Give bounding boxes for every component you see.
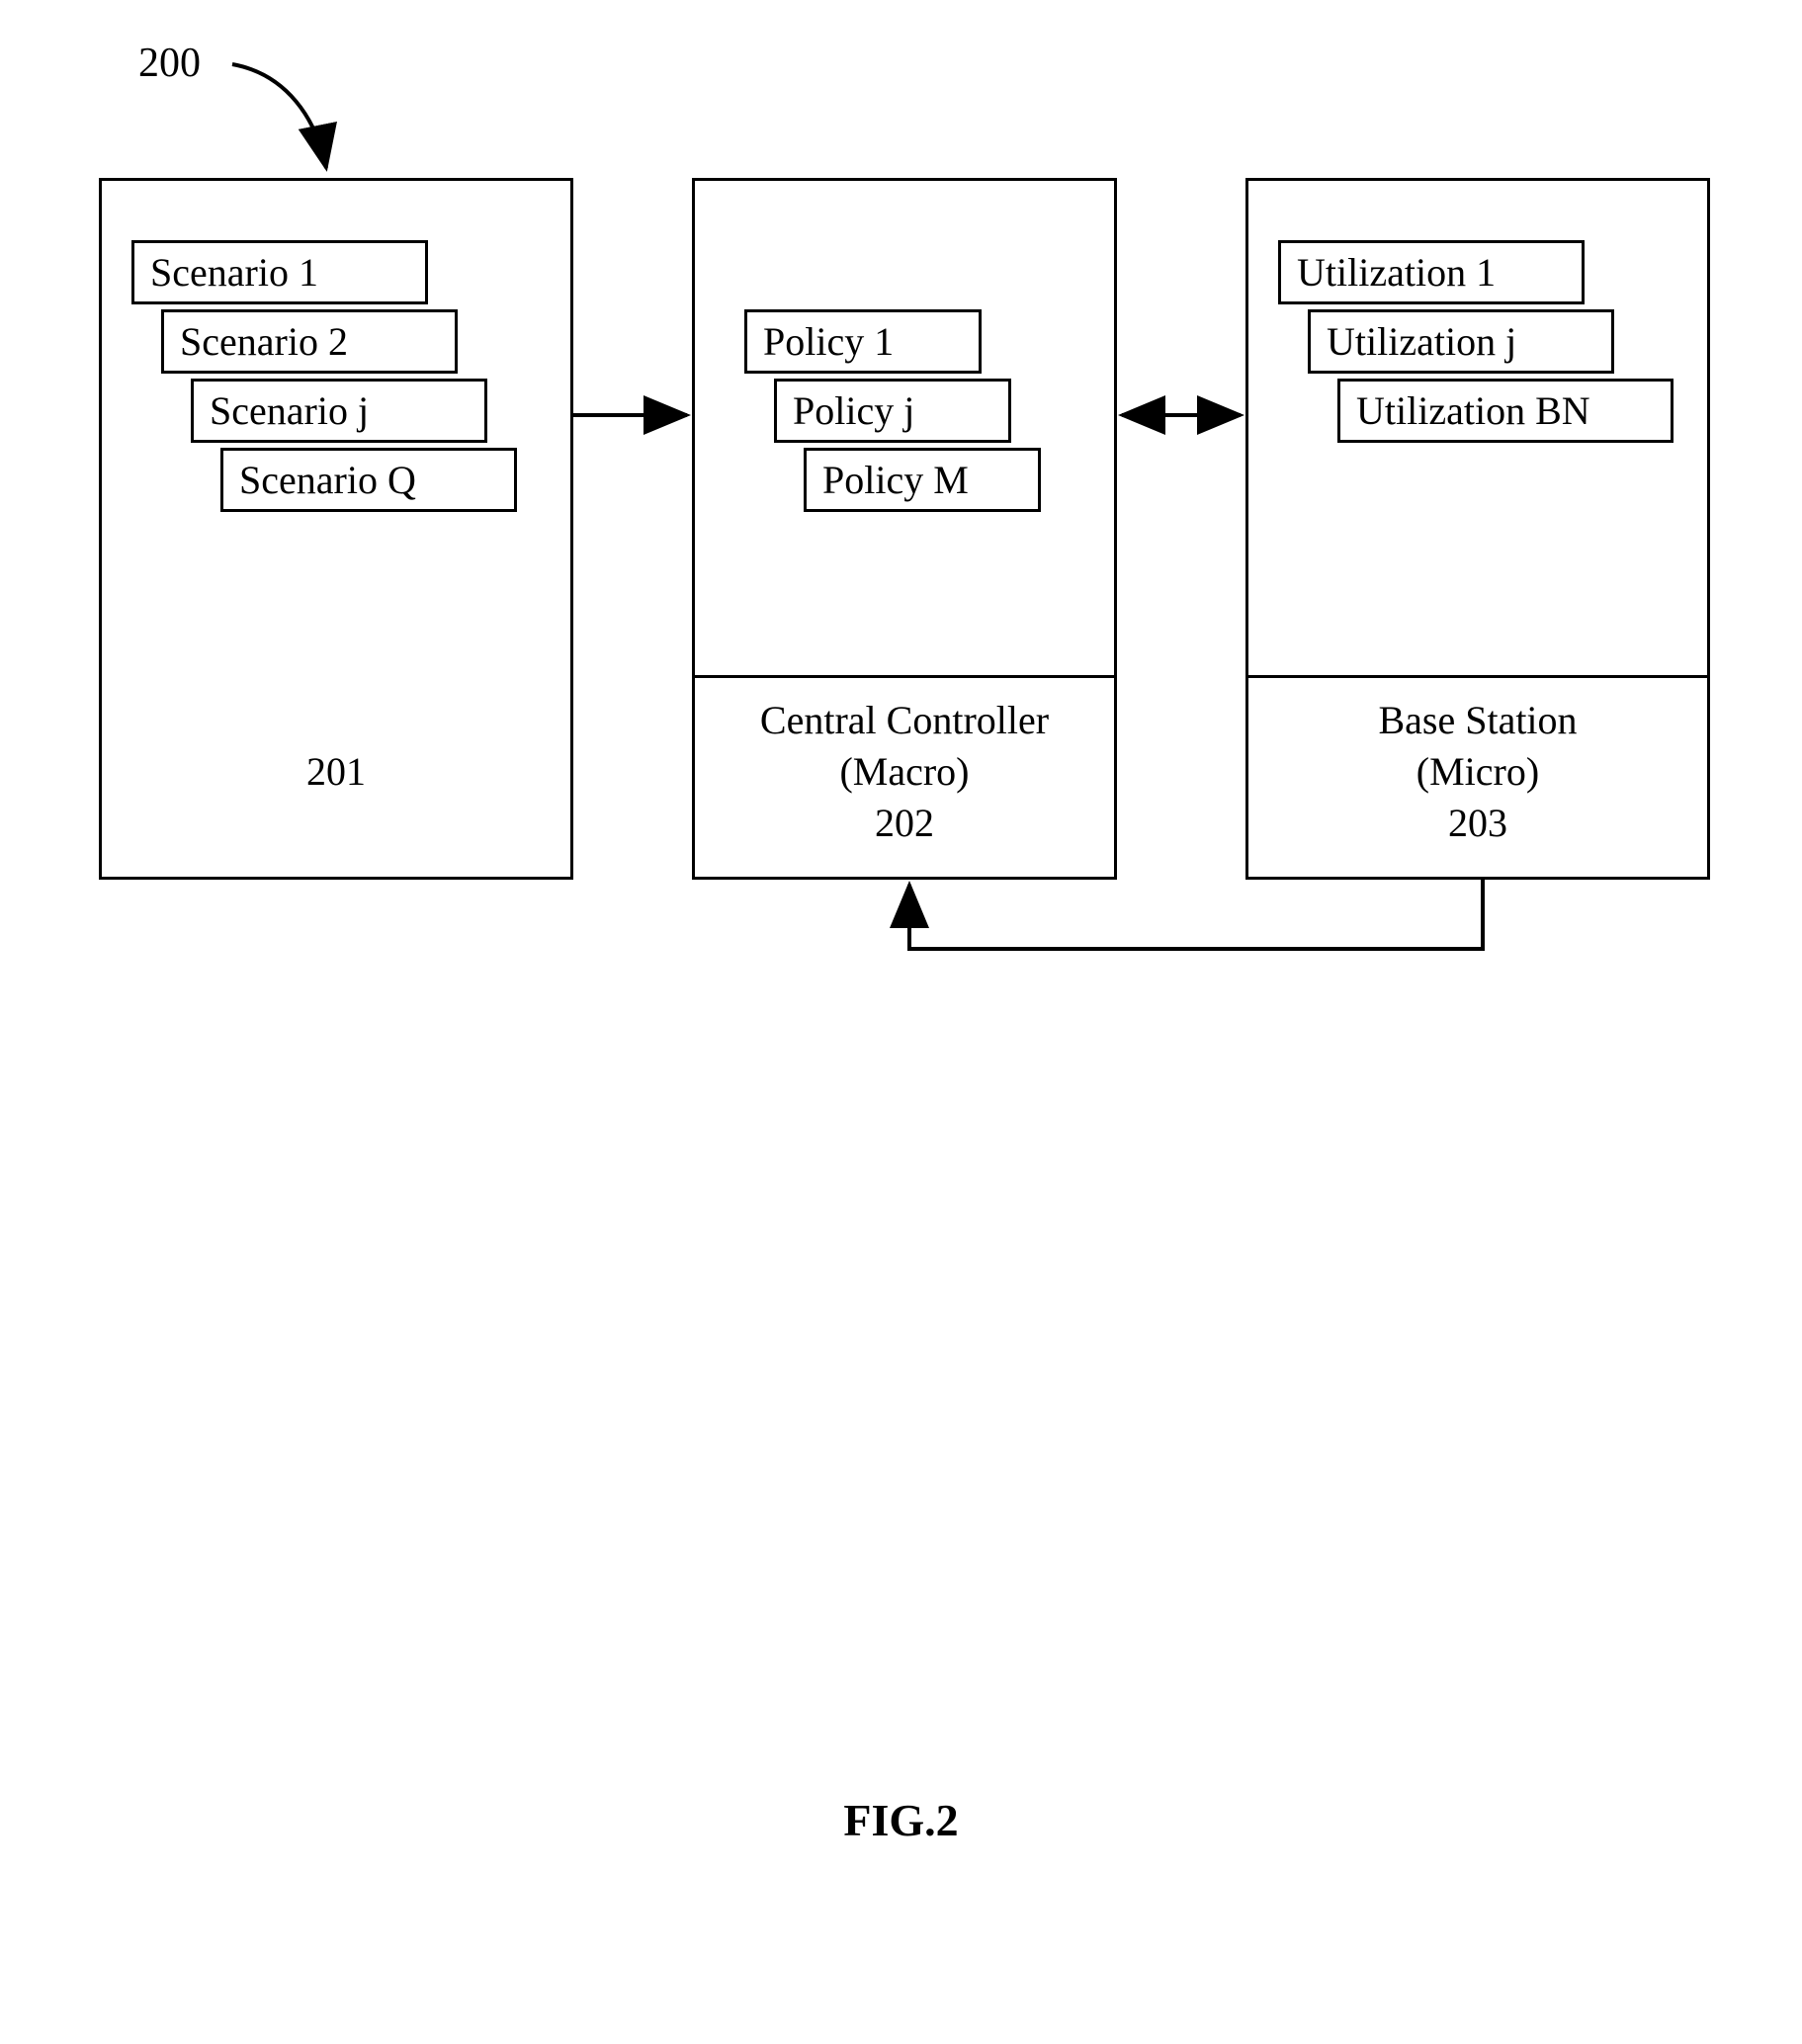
policy-card-3: Policy M bbox=[804, 448, 1041, 512]
diagram-container: 200 Scenario 1 Scenario 2 Scenario j Sce… bbox=[0, 0, 1802, 2044]
block1-id: 201 bbox=[102, 746, 570, 798]
figure-number: 200 bbox=[138, 40, 201, 87]
scenario-card-2: Scenario 2 bbox=[161, 309, 458, 374]
figure-label-arrow bbox=[232, 64, 326, 168]
block2-footer: Central Controller (Macro) 202 bbox=[695, 695, 1114, 849]
scenario-card-4: Scenario Q bbox=[220, 448, 517, 512]
block2-id: 202 bbox=[695, 798, 1114, 849]
policy-card-1: Policy 1 bbox=[744, 309, 982, 374]
block2-subtitle: (Macro) bbox=[695, 746, 1114, 798]
block-scenarios: Scenario 1 Scenario 2 Scenario j Scenari… bbox=[99, 178, 573, 880]
figure-caption: FIG.2 bbox=[843, 1794, 958, 1846]
block3-id: 203 bbox=[1248, 798, 1707, 849]
block-central-controller: Policy 1 Policy j Policy M Central Contr… bbox=[692, 178, 1117, 880]
block3-title: Base Station bbox=[1248, 695, 1707, 746]
block2-title: Central Controller bbox=[695, 695, 1114, 746]
block3-footer: Base Station (Micro) 203 bbox=[1248, 695, 1707, 849]
block3-subtitle: (Micro) bbox=[1248, 746, 1707, 798]
block3-divider bbox=[1248, 675, 1707, 678]
policy-card-2: Policy j bbox=[774, 379, 1011, 443]
scenario-card-1: Scenario 1 bbox=[131, 240, 428, 304]
utilization-card-3: Utilization BN bbox=[1337, 379, 1673, 443]
scenario-card-3: Scenario j bbox=[191, 379, 487, 443]
block-base-station: Utilization 1 Utilization j Utilization … bbox=[1245, 178, 1710, 880]
feedback-arrow bbox=[909, 880, 1483, 949]
block2-divider bbox=[695, 675, 1114, 678]
utilization-card-2: Utilization j bbox=[1308, 309, 1614, 374]
block1-footer: 201 bbox=[102, 746, 570, 798]
utilization-card-1: Utilization 1 bbox=[1278, 240, 1585, 304]
